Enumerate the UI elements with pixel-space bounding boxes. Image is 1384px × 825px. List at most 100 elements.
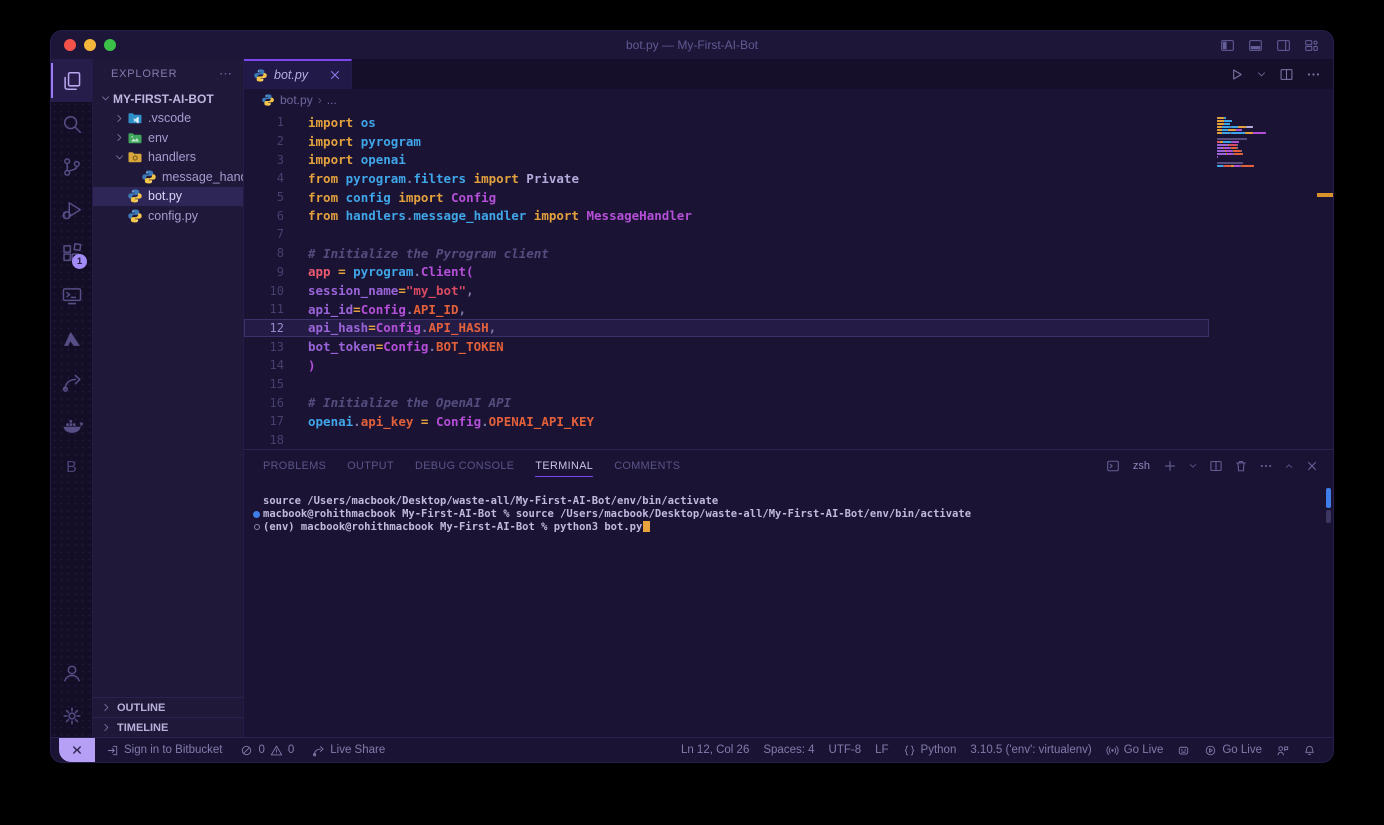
activity-item-live-share[interactable] [51,360,92,403]
overview-ruler-mark [1317,193,1333,197]
activity-item-remote-explorer[interactable] [51,274,92,317]
terminal-output[interactable]: source /Users/macbook/Desktop/waste-all/… [244,482,1333,737]
breadcrumb-symbol[interactable]: ... [327,93,337,107]
tree-item-my-first-ai-bot[interactable]: MY-FIRST-AI-BOT [93,89,243,109]
tree-item--vscode[interactable]: .vscode [93,109,243,129]
share-icon [312,744,325,757]
line-number: 14 [244,358,284,372]
line-number: 9 [244,265,284,279]
code-line-13: 13bot_token=Config.BOT_TOKEN [244,337,1209,356]
activity-item-explorer[interactable] [51,59,92,102]
status-robot[interactable] [1170,738,1197,762]
terminal-text: source /Users/macbook/Desktop/waste-all/… [263,495,718,507]
run-button[interactable] [1229,67,1244,82]
terminal-profile-dropdown[interactable] [1188,461,1198,471]
maximize-panel-button[interactable] [1284,461,1294,471]
status-language-mode[interactable]: Python [896,738,964,762]
tree-item-env[interactable]: env [93,128,243,148]
code-line-4: 4from pyrogram.filters import Private [244,169,1209,188]
kill-terminal-button[interactable] [1234,459,1248,473]
close-window-button[interactable] [64,39,76,51]
zoom-window-button[interactable] [104,39,116,51]
timeline-section[interactable]: TIMELINE [93,717,243,737]
code-line-11: 11api_id=Config.API_ID, [244,300,1209,319]
activity-item-bitbucket[interactable]: B [51,446,92,489]
activity-item-azure[interactable] [51,317,92,360]
tree-item-bot-py[interactable]: bot.py [93,187,243,207]
status-remote-indicator[interactable] [59,738,95,762]
tree-item-message-hand-[interactable]: message_hand... [93,167,243,187]
account-icon [61,662,83,684]
breadcrumb-separator: › [318,93,322,107]
breadcrumb-file[interactable]: bot.py [280,93,313,107]
status-cursor-position[interactable]: Ln 12, Col 26 [674,738,756,762]
line-number: 1 [244,115,284,129]
status-bitbucket-signin[interactable]: Sign in to Bitbucket [99,738,229,762]
shell-label: zsh [1133,460,1150,472]
remote-screen-icon [61,285,83,307]
code-editor[interactable]: 1import os2import pyrogram3import openai… [244,111,1333,449]
python-icon [127,208,143,224]
explorer-more-actions-icon[interactable]: ⋯ [219,66,233,82]
panel-tab-output[interactable]: OUTPUT [347,450,394,482]
status-encoding[interactable]: UTF-8 [822,738,869,762]
status-feedback[interactable] [1269,738,1296,762]
panel-tab-terminal[interactable]: TERMINAL [535,450,593,482]
command-success-icon [250,511,263,518]
close-tab-icon[interactable] [328,68,342,82]
split-editor-button[interactable] [1279,67,1294,82]
split-terminal-button[interactable] [1209,459,1223,473]
activity-item-search[interactable] [51,102,92,145]
warning-triangle-icon [270,744,283,757]
activity-item-run-and-debug[interactable] [51,188,92,231]
tree-item-label: env [148,131,168,145]
tree-item-config-py[interactable]: config.py [93,206,243,226]
run-dropdown[interactable] [1256,69,1267,80]
activity-item-settings[interactable] [51,694,92,737]
line-number: 4 [244,171,284,185]
panel-tab-comments[interactable]: COMMENTS [614,450,680,482]
status-go-live-2[interactable]: Go Live [1197,738,1269,762]
toggle-primary-sidebar-icon[interactable] [1220,38,1235,53]
activity-item-docker[interactable] [51,403,92,446]
status-indentation[interactable]: Spaces: 4 [756,738,821,762]
status-notifications[interactable] [1296,738,1323,762]
customize-layout-icon[interactable] [1304,38,1319,53]
new-terminal-button[interactable] [1163,459,1177,473]
toggle-secondary-sidebar-icon[interactable] [1276,38,1291,53]
line-number: 2 [244,134,284,148]
gear-icon [61,705,83,727]
outline-section[interactable]: OUTLINE [93,697,243,717]
activity-item-accounts[interactable] [51,651,92,694]
terminal-scrollbar-track[interactable] [1326,510,1331,523]
status-live-share[interactable]: Live Share [305,738,392,762]
code-line-18: 18 [244,431,1209,449]
status-problems[interactable]: 00 [233,738,301,762]
panel-tab-problems[interactable]: PROBLEMS [263,450,326,482]
minimap[interactable] [1217,117,1269,171]
breadcrumb: bot.py › ... [244,89,1333,111]
tab-bot-py[interactable]: bot.py [244,59,352,89]
terminal-more-actions[interactable] [1259,459,1273,473]
terminal-scrollbar[interactable] [1326,488,1331,508]
file-tree: MY-FIRST-AI-BOT.vscode env handlersmessage… [93,89,243,697]
python-icon [127,188,143,204]
status-go-live[interactable]: Go Live [1099,738,1171,762]
minimize-window-button[interactable] [84,39,96,51]
close-panel-button[interactable] [1305,459,1319,473]
outline-label: OUTLINE [117,702,165,714]
signin-icon [106,744,119,757]
activity-item-extensions[interactable]: 1 [51,231,92,274]
toggle-panel-icon[interactable] [1248,38,1263,53]
tree-item-handlers[interactable]: handlers [93,148,243,168]
panel-tab-debug-console[interactable]: DEBUG CONSOLE [415,450,514,482]
activity-item-source-control[interactable] [51,145,92,188]
line-number: 10 [244,284,284,298]
overview-ruler[interactable] [1317,111,1333,449]
line-number: 8 [244,246,284,260]
git-icon [61,156,83,178]
more-actions-button[interactable] [1306,67,1321,82]
status-eol[interactable]: LF [868,738,895,762]
extensions-badge: 1 [72,254,87,269]
status-python-interpreter[interactable]: 3.10.5 ('env': virtualenv) [963,738,1098,762]
